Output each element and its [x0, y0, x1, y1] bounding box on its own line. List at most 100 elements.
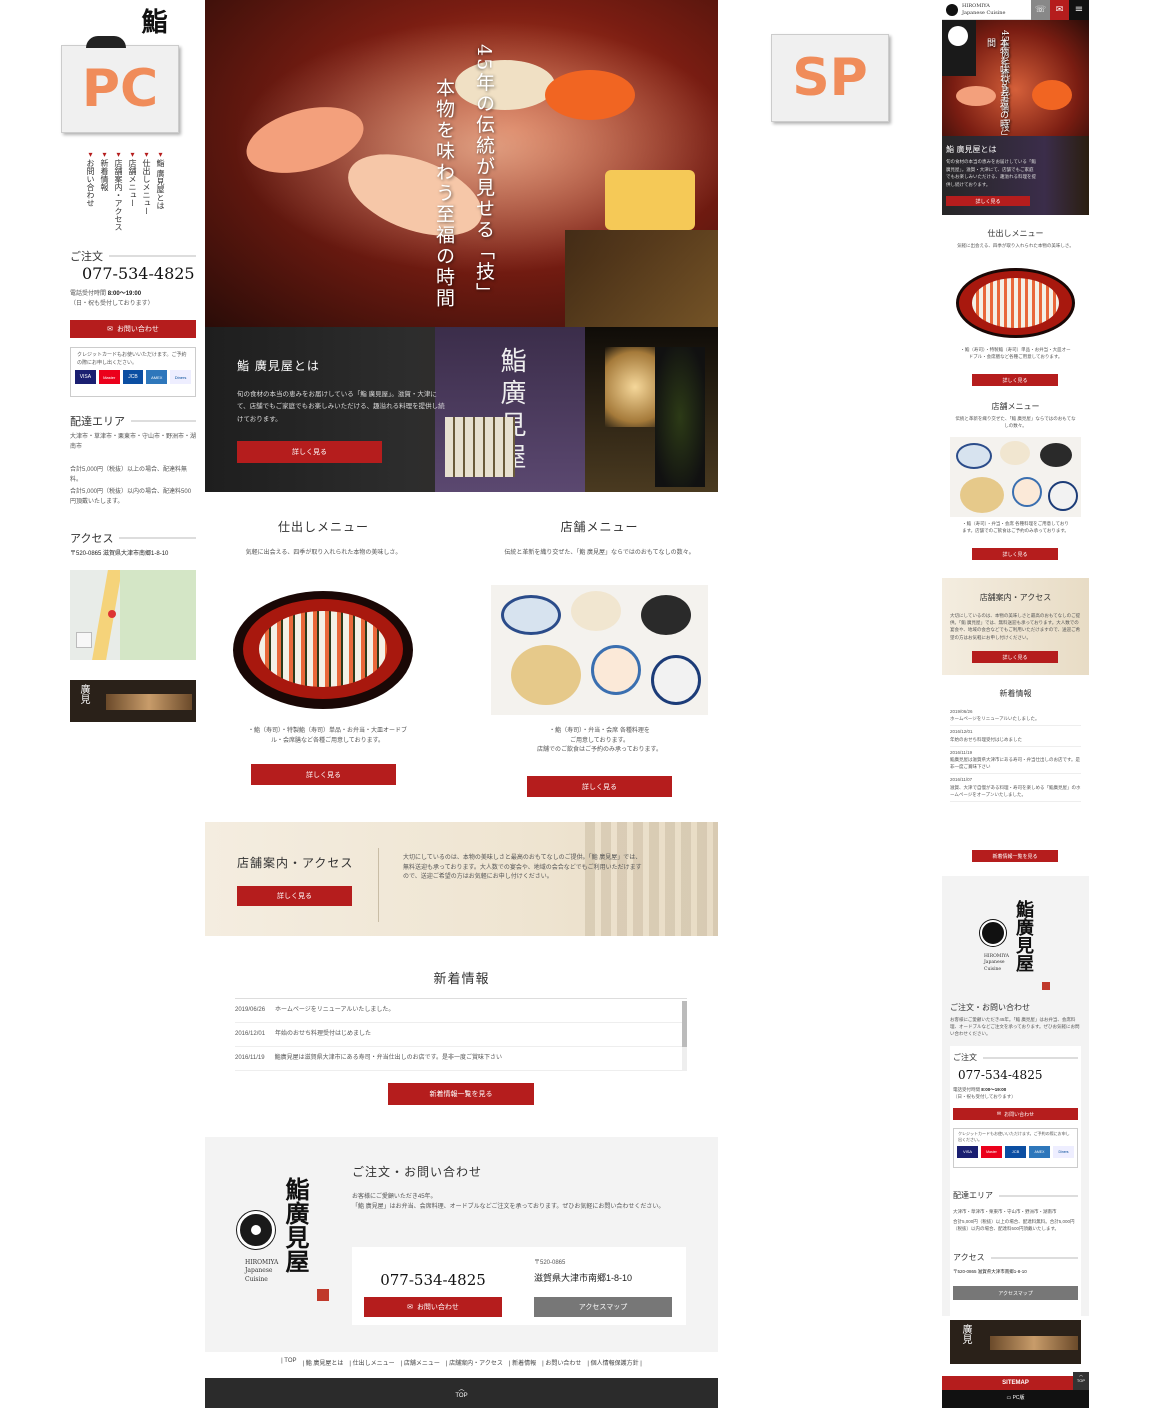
access-map-button[interactable]: アクセスマップ: [534, 1297, 672, 1317]
catering-detail-button[interactable]: 詳しく見る: [251, 764, 396, 785]
footer-logo-en: HIROMIYA Japanese Cuisine: [245, 1259, 279, 1283]
news-list: 2019/06/26 ホームページをリニューアルいたしました。 2016/12/0…: [235, 998, 687, 1072]
amex-card-icon: AMEX: [146, 370, 168, 384]
mail-icon[interactable]: ✉: [1050, 0, 1069, 20]
news-scrollbar[interactable]: [682, 1001, 687, 1071]
footer-links: | TOP | 鮨 廣見屋とは | 仕出しメニュー | 店舗メニュー | 店舗案…: [205, 1358, 718, 1367]
contact-text: お客様にご愛顧いただき45年。 「鮨 廣見屋」はお弁当、会席料理、オードブルなどご…: [352, 1194, 665, 1210]
visa-card-icon: VISA: [957, 1145, 978, 1158]
footer-link-catering[interactable]: | 仕出しメニュー: [349, 1358, 394, 1367]
visa-card-icon: VISA: [75, 370, 96, 384]
footer-link-privacy[interactable]: | 個人情報保護方針 |: [587, 1358, 641, 1367]
sp-news-item[interactable]: 2016/12/01 年始のおせち料理受付はじめました: [950, 726, 1081, 747]
sp-delivery-note: 合計5,000円（税抜）以上の場合、配達料無料。合計5,000円（税抜）以内の場…: [953, 1219, 1075, 1232]
sp-access-sub-title: アクセス: [953, 1252, 1078, 1263]
sidebar-nav-contact[interactable]: ▾お問い合わせ: [86, 150, 95, 231]
shop-menu-lead: 伝統と革新を織り交ぜた、「鮨 廣見屋」ならではのおもてなしの数々。: [504, 550, 695, 556]
sidebar-nav-catering[interactable]: ▾仕出しメニュー: [142, 150, 151, 231]
phone-icon[interactable]: ☏: [1031, 0, 1050, 20]
mail-icon: ✉: [107, 326, 113, 333]
sidebar-nav-shop-menu[interactable]: ▾店舗メニュー: [128, 150, 137, 231]
sidebar-map[interactable]: [70, 570, 196, 660]
pc-sidebar: 鮨 ▾鮨 廣見屋とは ▾仕出しメニュー ▾店舗メニュー ▾店舗案内・アクセス ▾…: [70, 0, 196, 730]
sp-page: HIROMIYA Japanese Cuisine ☏ ✉ ≡ 45年の伝統が見せ…: [942, 0, 1089, 1408]
sidebar-nav-about[interactable]: ▾鮨 廣見屋とは: [156, 150, 165, 231]
footer-link-about[interactable]: | 鮨 廣見屋とは: [303, 1358, 344, 1367]
hamburger-menu-icon[interactable]: ≡: [1069, 0, 1089, 20]
noren-image: 鮨廣見屋: [435, 327, 585, 492]
sp-hero-catch-2: 本物を味わう至福の時間: [985, 38, 1008, 128]
sidebar-phone[interactable]: 077-534-4825: [82, 264, 195, 283]
sp-header: HIROMIYA Japanese Cuisine ☏ ✉ ≡: [942, 0, 1089, 20]
sp-shop-menu-button[interactable]: 詳しく見る: [972, 548, 1058, 560]
sp-access-button[interactable]: 詳しく見る: [972, 651, 1058, 663]
pagetop-bar[interactable]: ︿ TOP: [205, 1378, 718, 1408]
footer-link-shop-menu[interactable]: | 店舗メニュー: [401, 1358, 440, 1367]
access-band-text: 大切にしているのは、本物の美味しさと最高のおもてなしのご提供。「鮨 廣見屋」では…: [403, 855, 642, 881]
sp-news-item[interactable]: 2016/11/19 鮨廣見屋は滋賀県大津市にある寿司・弁当仕出しのお店です。是非…: [950, 747, 1081, 775]
sidebar-nav-news[interactable]: ▾新着情報: [100, 150, 109, 231]
sp-hours: 電話受付時間 8:00〜19:00 （日・祝も受付しております）: [953, 1087, 1016, 1100]
access-band-button[interactable]: 詳しく見る: [237, 886, 352, 906]
sidebar-logo-crest: [86, 36, 126, 48]
sp-phone[interactable]: 077-534-4825: [958, 1068, 1042, 1082]
sp-access-title: 店舗案内・アクセス: [979, 593, 1052, 602]
sidebar-nav-access[interactable]: ▾店舗案内・アクセス: [114, 150, 123, 231]
sp-sitemap-label[interactable]: SITEMAP: [942, 1376, 1089, 1390]
sp-footer: 鮨廣見屋 HIROMIYA Japanese Cuisine ご注文・お問い合わせ …: [942, 876, 1089, 1316]
crest-icon: [237, 1211, 275, 1249]
contact-mail-button[interactable]: ✉ お問い合わせ: [364, 1297, 502, 1317]
contact-zip: 〒520-0865: [534, 1260, 566, 1266]
news-item[interactable]: 2016/12/01 年始のおせち料理受付はじめました: [235, 1023, 687, 1047]
news-item[interactable]: 2019/06/26 ホームページをリニューアルいたしました。: [235, 999, 687, 1023]
contact-title: ご注文・お問い合わせ: [352, 1165, 483, 1179]
sp-catering-desc: ・鮨（寿司）・特製鮨（寿司）単品・お弁当・大皿オードブル・会席膳など各種ご用意し…: [960, 347, 1071, 360]
news-list-button[interactable]: 新着情報一覧を見る: [388, 1083, 534, 1105]
catering-menu: 仕出しメニュー 気軽に出会える、四季が取り入れられた本物の美味しさ。: [215, 518, 432, 559]
about-title: 鮨 廣見屋とは: [237, 359, 320, 373]
sp-about-button[interactable]: 詳しく見る: [946, 196, 1030, 206]
footer-link-news[interactable]: | 新着情報: [509, 1358, 536, 1367]
contact-phone[interactable]: 077-534-4825: [352, 1271, 514, 1289]
sp-catering-title: 仕出しメニュー: [987, 229, 1044, 238]
diners-card-icon: Diners: [170, 370, 191, 384]
sp-contact-button[interactable]: ✉ お問い合わせ: [953, 1108, 1078, 1120]
footer-link-access[interactable]: | 店舗案内・アクセス: [446, 1358, 503, 1367]
sp-brand[interactable]: HIROMIYA Japanese Cuisine: [962, 3, 1005, 16]
news-item[interactable]: 2016/11/19 鮨廣見屋は滋賀県大津市にある寿司・弁当仕出しのお店です。是非…: [235, 1047, 687, 1071]
sp-catering-lead: 気軽に出会える、四季が取り入れられた本物の美味しさ。: [957, 243, 1074, 248]
shop-menu-title: 店舗メニュー: [560, 520, 639, 534]
shop-menu-image[interactable]: [491, 585, 708, 715]
catering-image[interactable]: [215, 585, 432, 715]
sp-catering-image[interactable]: [950, 264, 1081, 342]
sp-contact-title: ご注文・お問い合わせ: [950, 1003, 1030, 1012]
sidebar-delivery-note1: 合計5,000円（税抜）以上の場合、配達料無料。: [70, 467, 188, 483]
sp-pagetop-button[interactable]: ︿ TOP: [1073, 1372, 1089, 1390]
sidebar-card-box: クレジットカードもお使いいただけます。ご予約の際にお申し出ください。 VISA …: [70, 347, 196, 397]
sp-news-list: 2019/06/26 ホームページをリニューアルいたしました。 2016/12/0…: [950, 706, 1081, 802]
sp-catering-button[interactable]: 詳しく見る: [972, 374, 1058, 386]
sp-banner-logo-kanji: 廣見: [960, 1324, 971, 1344]
sp-hero-logo: [948, 26, 968, 46]
about-detail-button[interactable]: 詳しく見る: [237, 441, 382, 463]
sp-seal-stamp: [1042, 982, 1050, 990]
sp-news-item[interactable]: 2016/11/07 滋賀、大津で自慢がある料理・寿司を楽しめる「鮨廣見屋」のホー…: [950, 774, 1081, 802]
sp-shop-menu-image[interactable]: [950, 437, 1081, 517]
sp-access-map-button[interactable]: アクセスマップ: [953, 1286, 1078, 1300]
sp-news-list-button[interactable]: 新着情報一覧を見る: [972, 850, 1058, 862]
sp-shop-banner[interactable]: 廣見: [950, 1320, 1081, 1364]
sp-pc-link[interactable]: ▭ PC版: [942, 1390, 1089, 1401]
sp-news-item[interactable]: 2019/06/26 ホームページをリニューアルいたしました。: [950, 706, 1081, 727]
sidebar-access-title: アクセス: [70, 530, 196, 546]
sp-crest-icon[interactable]: [946, 4, 958, 16]
shop-menu-detail-button[interactable]: 詳しく見る: [527, 776, 672, 797]
sidebar-shop-banner[interactable]: 廣見: [70, 680, 196, 722]
sidebar-order-title: ご注文: [70, 248, 196, 264]
footer-link-contact[interactable]: | お問い合わせ: [542, 1358, 581, 1367]
sidebar-delivery-note2: 合計5,000円（税抜）以内の場合、配達料500円頂戴いたします。: [70, 489, 192, 505]
mail-icon: ✉: [407, 1304, 413, 1311]
sidebar-contact-button[interactable]: ✉ お問い合わせ: [70, 320, 196, 338]
sp-footer-logo-en: HIROMIYA Japanese Cuisine: [984, 954, 1010, 972]
footer-link-top[interactable]: | TOP: [281, 1358, 296, 1367]
map-control-icon[interactable]: [76, 632, 92, 648]
